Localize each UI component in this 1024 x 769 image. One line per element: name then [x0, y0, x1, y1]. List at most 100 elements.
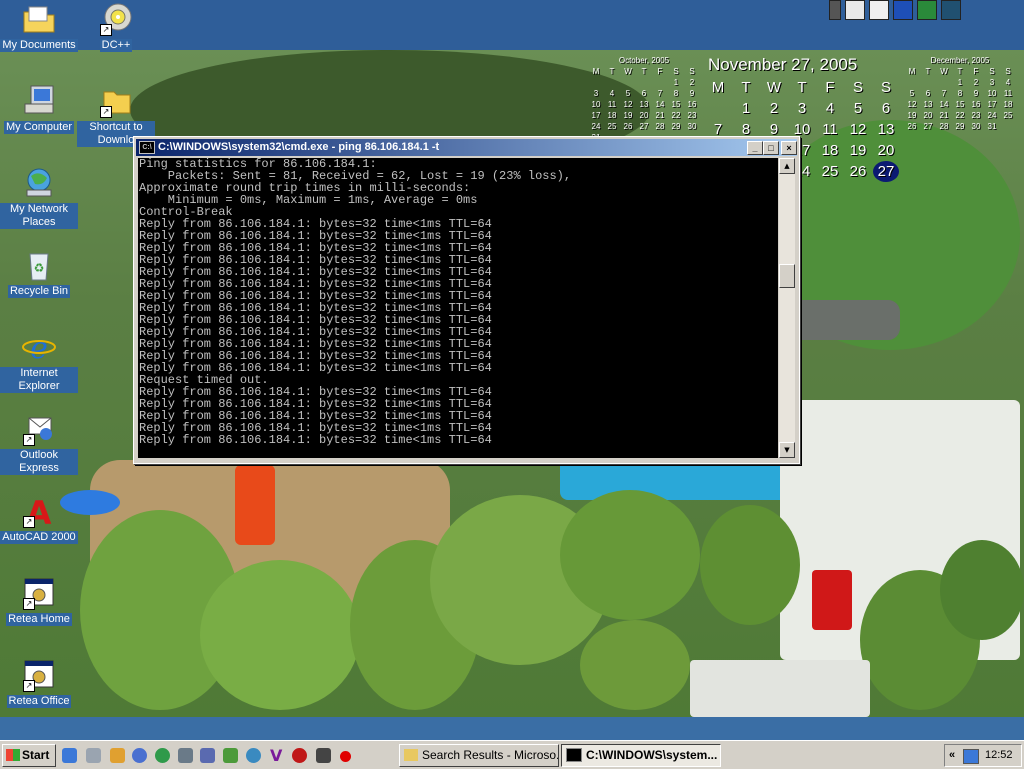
start-button[interactable]: Start — [2, 744, 56, 767]
calendar-day: 15 — [671, 100, 681, 109]
weekday-header: T — [957, 67, 963, 76]
calendar-day: 8 — [957, 89, 963, 98]
desktop-icon-recycle-bin[interactable]: ♻ Recycle Bin — [0, 248, 78, 298]
scroll-down-button[interactable]: ▼ — [779, 442, 795, 458]
app-shortcut-icon[interactable] — [869, 0, 889, 20]
taskbar-item-search-results[interactable]: Search Results - Microso... — [399, 744, 559, 767]
weekday-header: F — [825, 79, 835, 96]
v-logo-icon[interactable]: V — [270, 748, 285, 764]
outlook-express-icon: ↗ — [21, 412, 57, 446]
calculator-icon[interactable] — [86, 748, 101, 763]
shield-icon[interactable] — [200, 748, 215, 763]
calendar-day: 24 — [987, 111, 997, 120]
network-tray-icon[interactable] — [963, 749, 979, 764]
svg-text:e: e — [30, 331, 48, 364]
desktop-icon-autocad-2000[interactable]: A ↗ AutoCAD 2000 — [0, 494, 78, 544]
desktop-icon-my-computer[interactable]: My Computer — [0, 84, 78, 134]
calendar-day: 12 — [849, 121, 867, 138]
minimize-button[interactable]: _ — [747, 141, 763, 155]
vertical-scrollbar[interactable]: ▲ ▼ — [779, 158, 795, 458]
desktop-icon-outlook-express[interactable]: ↗ Outlook Express — [0, 412, 78, 475]
console-text: Ping statistics for 86.106.184.1: Packet… — [139, 158, 572, 447]
record-icon[interactable] — [340, 751, 351, 762]
calendar-day: 5 — [625, 89, 631, 98]
search-window-icon — [404, 748, 418, 761]
app-shortcut-icon[interactable] — [829, 0, 841, 20]
calendar-day: 28 — [655, 122, 665, 131]
svg-text:♻: ♻ — [34, 261, 45, 275]
desktop-icon-label: My Network Places — [0, 203, 78, 229]
calendar-day: 7 — [941, 89, 947, 98]
desktop-icon-retea-home[interactable]: ↗ Retea Home — [0, 576, 78, 626]
calendar-day — [620, 77, 636, 88]
calendar-title: December, 2005 — [930, 56, 990, 65]
shortcut-arrow-icon: ↗ — [23, 516, 35, 528]
weekday-header: T — [741, 79, 751, 96]
calendar-day: 4 — [1005, 78, 1011, 87]
application-window-icon: ↗ — [21, 576, 57, 610]
scroll-thumb[interactable] — [779, 264, 795, 288]
shortcut-arrow-icon: ↗ — [100, 106, 112, 118]
calendar-day: 1 — [741, 100, 751, 117]
calendar-day: 11 — [822, 121, 838, 138]
cmd-icon[interactable]: C:\ — [139, 140, 155, 154]
calendar-day: 27 — [639, 122, 649, 131]
maximize-button[interactable]: □ — [763, 141, 779, 155]
word-icon[interactable] — [893, 0, 913, 20]
pencil-icon[interactable] — [110, 748, 125, 763]
calendar-day: 9 — [973, 89, 979, 98]
calendar-day: 13 — [923, 100, 933, 109]
calendar-current-date: November 27, 2005 — [708, 55, 858, 74]
calendar-day: 24 — [591, 122, 601, 131]
calendar-day — [704, 98, 732, 119]
app-shortcut-icon[interactable] — [845, 0, 865, 20]
clock[interactable]: 12:52 — [985, 745, 1013, 766]
desktop-icon-internet-explorer[interactable]: e Internet Explorer — [0, 330, 78, 393]
calendar-day: 8 — [673, 89, 679, 98]
top-quick-icons — [829, 0, 961, 20]
calendar-day: 17 — [591, 111, 601, 120]
calendar-day — [588, 77, 604, 88]
desktop-icon-my-documents[interactable]: My Documents — [0, 2, 78, 52]
calendar-day: 22 — [671, 111, 681, 120]
calendar-day: 16 — [971, 100, 981, 109]
calendar-day: 5 — [909, 89, 915, 98]
network-icon[interactable] — [178, 748, 193, 763]
calendar-day: 21 — [939, 111, 949, 120]
calendar-day: 12 — [623, 100, 633, 109]
taskbar-item-cmd[interactable]: C:\WINDOWS\system... — [561, 744, 721, 767]
excel-icon[interactable] — [917, 0, 937, 20]
folder-icon: ↗ — [98, 84, 134, 118]
stop-x-icon[interactable] — [292, 748, 307, 763]
calendar-day: 26 — [849, 163, 867, 180]
calendar-day: 13 — [639, 100, 649, 109]
monitor-icon[interactable] — [941, 0, 961, 20]
cmd-window[interactable]: C:\ C:\WINDOWS\system32\cmd.exe - ping 86… — [133, 136, 800, 464]
desktop-icon-retea-office[interactable]: ↗ Retea Office — [0, 658, 78, 708]
bug-icon[interactable] — [223, 748, 238, 763]
internet-explorer-icon[interactable] — [62, 748, 77, 763]
calendar-day: 14 — [655, 100, 665, 109]
film-icon[interactable] — [316, 748, 331, 763]
weekday-header: T — [925, 67, 931, 76]
tray-expand-chevron[interactable]: « — [949, 745, 955, 766]
calendar-day: 4 — [825, 100, 835, 117]
calendar-day: 22 — [955, 111, 965, 120]
desktop-icon-dcpp[interactable]: ↗ DC++ — [77, 2, 155, 52]
task-label: C:\WINDOWS\system... — [586, 748, 718, 762]
calendar-day: 31 — [987, 122, 997, 131]
desktop-icon-label: DC++ — [99, 39, 133, 52]
desktop-icon-my-network-places[interactable]: My Network Places — [0, 166, 78, 229]
window-titlebar[interactable]: C:\ C:\WINDOWS\system32\cmd.exe - ping 86… — [136, 139, 797, 156]
calendar-grid: MTWTFSS123456789101112131415161718192021… — [904, 66, 1016, 132]
globe-icon[interactable] — [155, 748, 170, 763]
scroll-up-button[interactable]: ▲ — [779, 158, 795, 174]
console-output[interactable]: Ping statistics for 86.106.184.1: Packet… — [138, 158, 778, 458]
desktop-icon-label: AutoCAD 2000 — [0, 531, 78, 544]
weekday-header: M — [592, 67, 600, 76]
calendar-day: 3 — [593, 89, 599, 98]
taskbar: Start V Search Results - Microso... C:\W… — [0, 740, 1024, 769]
earth-icon[interactable] — [246, 748, 261, 763]
media-player-icon[interactable] — [132, 748, 147, 763]
close-button[interactable]: × — [781, 141, 797, 155]
